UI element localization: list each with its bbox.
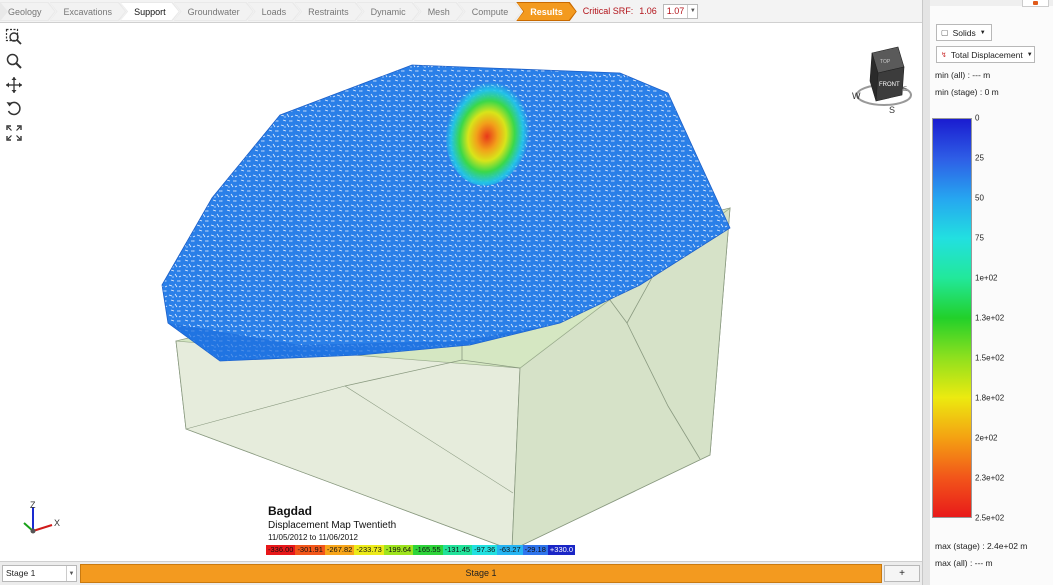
max-all-value: max (all) : --- m [935,558,993,568]
legend-tick-label: 1.8e+02 [975,393,1005,403]
results-panel: ▢ Solids ▼ ↯ Total Displacement ▼ min (a… [930,0,1053,585]
workflow-bar: Geology Excavations Support Groundwater Load… [0,0,922,23]
legend-tick-label: 1.3e+02 [975,313,1005,323]
displacement-scale-bar: -336.00 -301.91 -267.82 -233.73 -199.64 -165.… [266,545,576,555]
panel-splitter[interactable] [922,0,930,585]
view-cube-front-label: FRONT [879,82,900,88]
tab-restraints[interactable]: Restraints [294,2,363,21]
scale-bar-cell: -63.27 [497,545,523,555]
legend-tick-label: 75 [975,233,984,243]
tab-label: Results [530,6,563,17]
scale-bar-cell: -29.18 [522,545,548,555]
tab-label: Support [134,6,166,17]
legend-tick-label: 1e+02 [975,273,998,283]
tab-label: Dynamic [370,6,406,17]
scale-bar-cell: -97.36 [472,545,498,555]
srf-label: Critical SRF: [582,6,634,16]
tab-results[interactable]: Results [516,2,577,21]
min-all-value: min (all) : --- m [935,70,991,80]
scale-bar-cell: -131.45 [442,545,473,555]
zoom-extents-icon[interactable] [5,124,23,142]
srf-select[interactable]: 1.07 ▼ [662,3,699,19]
pan-icon[interactable] [5,76,23,94]
compass-w-label: W [852,91,861,101]
rotate-icon[interactable] [5,100,23,118]
min-stage-value: min (stage) : 0 m [935,87,999,97]
model-date-range: 11/05/2012 to 11/06/2012 [268,533,359,542]
tab-loads[interactable]: Loads [248,2,301,21]
legend-tick-label: 2e+02 [975,433,998,443]
stage-select-value: Stage 1 [6,568,36,578]
critical-srf: Critical SRF: 1.06 1.07 ▼ [582,3,699,19]
tab-label: Groundwater [187,6,240,17]
axis-triad: Z X [23,500,60,534]
zoom-window-icon[interactable] [5,28,23,46]
solids-dropdown[interactable]: ▢ Solids ▼ [936,24,992,41]
max-stage-value: max (stage) : 2.4e+02 m [935,541,1028,551]
displacement-icon: ↯ [941,51,947,59]
tab-label: Loads [261,6,287,17]
scale-bar-cell: -267.82 [324,545,355,555]
model-3d-view[interactable]: TOP FRONT W S E Z X [0,23,922,560]
legend-tick-label: 2.5e+02 [975,513,1005,523]
axis-x-label: X [54,518,60,528]
stage-bar-container: Stage 1 ▼ Stage 1 + [0,561,922,585]
legend-tick-label: 2.3e+02 [975,473,1005,483]
tab-geology[interactable]: Geology [0,2,56,21]
contour-type-dropdown[interactable]: ↯ Total Displacement ▼ [936,46,1035,63]
srf-select-value: 1.07 [666,6,685,16]
model-subtitle: Displacement Map Twentieth [268,520,397,531]
scale-bar-cell: -233.73 [354,545,384,555]
tab-label: Excavations [63,6,113,17]
add-stage-button[interactable]: + [884,565,920,582]
tab-label: Geology [8,6,42,17]
chevron-down-icon[interactable]: ▼ [687,4,697,18]
srf-value: 1.06 [639,6,657,16]
chevron-down-icon[interactable]: ▼ [66,566,76,581]
model-viewport[interactable]: TOP FRONT W S E Z X Bagdad Displacement … [0,23,922,560]
solids-label: Solids [952,27,976,38]
legend-color-bar [932,118,972,518]
legend-tick-label: 1.5e+02 [975,353,1005,363]
legend-tick-label: 50 [975,193,984,203]
scale-bar-cell: +330.0 [547,545,576,555]
view-cube-top-label: TOP [880,59,891,65]
model-caption: Bagdad Displacement Map Twentieth 11/05/… [268,504,396,542]
tab-support[interactable]: Support [120,2,180,21]
panel-pin-button[interactable] [1022,0,1049,7]
view-cube[interactable]: TOP FRONT W S E [852,46,912,115]
tab-label: Restraints [308,6,349,17]
tab-dynamic[interactable]: Dynamic [357,2,420,21]
tab-compute[interactable]: Compute [458,2,523,21]
legend-tick-label: 0 [975,113,980,123]
tab-label: Compute [471,6,509,17]
stage-tab[interactable]: Stage 1 [80,564,882,583]
tab-groundwater[interactable]: Groundwater [174,2,254,21]
legend-tick-label: 25 [975,153,984,163]
contour-label: Total Displacement [950,49,1023,60]
workflow-tabs: Geology Excavations Support Groundwater Load… [0,1,571,21]
chevron-down-icon: ▼ [1026,51,1033,58]
scale-bar-cell: -165.55 [413,545,443,555]
model-title: Bagdad [268,504,313,518]
scale-bar-cell: -301.91 [295,545,325,555]
compass-s-label: S [889,105,895,115]
compass-e-label: E [903,87,907,93]
scale-bar-cell: -199.64 [383,545,414,555]
cube-icon: ▢ [941,28,949,37]
zoom-icon[interactable] [5,52,23,70]
tab-mesh[interactable]: Mesh [414,2,464,21]
chevron-down-icon: ▼ [979,29,986,36]
tab-label: Mesh [427,6,450,17]
scale-bar-cell: -336.00 [266,545,296,555]
axis-z-label: Z [30,500,36,510]
tab-excavations[interactable]: Excavations [50,2,127,21]
stage-select[interactable]: Stage 1 ▼ [2,565,77,582]
